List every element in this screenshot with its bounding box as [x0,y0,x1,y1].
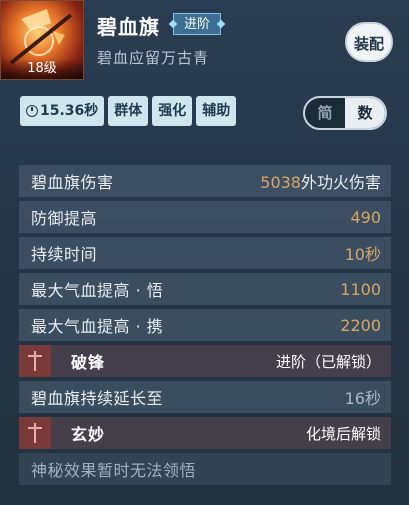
toggle-simple[interactable]: 简 [305,98,345,128]
toggle-numeric[interactable]: 数 [345,98,385,128]
tag-cooldown-label: 15.36秒 [40,103,99,119]
stat-value: 5038外功火伤害 [260,169,381,193]
stat-label: 防御提高 [31,209,98,228]
stat-row: 碧血旗伤害 5038外功火伤害 [19,165,391,197]
section-header-xuanmiao[interactable]: 玄妙 化境后解锁 [19,417,391,449]
stat-number: 1100 [340,279,381,299]
section-detail-row: 碧血旗持续延长至 16秒 [19,381,391,413]
section-title: 破锋 [71,353,106,372]
skill-tags: 15.36秒 群体 强化 辅助 [20,96,237,126]
stat-row: 持续时间 10秒 [19,237,391,269]
advance-badge[interactable]: 进阶 [173,13,222,35]
stat-row: 防御提高 490 [19,201,391,233]
section-status: 化境后解锁 [305,424,381,443]
skill-subtitle: 碧血应留万古青 [97,49,210,67]
stat-unit: 外功火伤害 [300,173,381,192]
stats-list: 碧血旗伤害 5038外功火伤害 防御提高 490 持续时间 10秒 最大气血提高… [19,165,391,489]
detail-label: 碧血旗持续延长至 [31,389,164,408]
stat-number: 2200 [340,315,381,335]
clock-icon [26,105,38,117]
skill-name: 碧血旗 [97,15,160,39]
section-title: 玄妙 [71,425,106,444]
skill-icon[interactable]: 18级 [0,0,84,80]
tag-group: 群体 [108,96,149,126]
stat-value: 2200 [340,316,381,335]
stat-value: 490 [350,208,381,227]
sword-icon [19,417,51,449]
stat-label: 持续时间 [31,245,98,264]
stat-label: 最大气血提高 · 携 [31,317,164,336]
detail-value: 16秒 [344,389,381,408]
stat-unit: 秒 [364,245,381,264]
section-header-pofeng[interactable]: 破锋 进阶（已解锁） [19,345,391,377]
tag-cooldown: 15.36秒 [20,96,105,126]
sword-icon [19,345,51,377]
tag-buff: 强化 [152,96,193,126]
stat-row: 最大气血提高 · 悟 1100 [19,273,391,305]
equip-button[interactable]: 装配 [345,22,393,62]
section-detail-row: 神秘效果暂时无法领悟 [19,453,391,485]
view-mode-toggle[interactable]: 简 数 [303,96,387,130]
stat-value: 10秒 [345,241,381,265]
stat-value: 1100 [340,280,381,299]
stat-label: 碧血旗伤害 [31,173,114,192]
section-status: 进阶（已解锁） [275,352,381,371]
stat-number: 10 [344,245,365,264]
stat-number: 490 [350,207,381,227]
detail-label: 神秘效果暂时无法领悟 [31,461,197,480]
tag-support: 辅助 [196,96,237,126]
stat-number: 5038 [260,173,301,192]
stat-label: 最大气血提高 · 悟 [31,281,164,300]
level-badge: 18级 [1,59,83,79]
stat-row: 最大气血提高 · 携 2200 [19,309,391,341]
